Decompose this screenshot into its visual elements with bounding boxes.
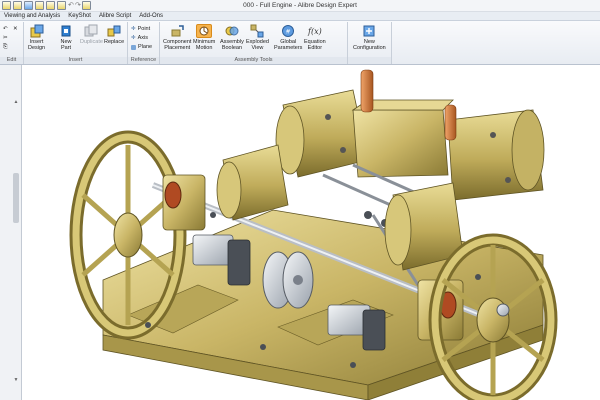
- configuration-group-label: [348, 57, 391, 64]
- assembly-boolean-icon: [224, 24, 240, 38]
- component-placement-button[interactable]: Component Placement: [163, 24, 191, 51]
- engine-model[interactable]: [23, 65, 600, 400]
- cut-icon[interactable]: ✂: [3, 35, 8, 41]
- plane-icon: [131, 44, 136, 50]
- menu-add-ons[interactable]: Add-Ons: [139, 13, 163, 19]
- replace-icon: [106, 24, 122, 38]
- exploded-view-button[interactable]: Exploded View: [246, 24, 269, 51]
- undo-small-icon[interactable]: ↶: [3, 26, 8, 32]
- insert-group: Insert Design New Part Duplicate Replace…: [24, 22, 128, 64]
- replace-button[interactable]: Replace: [104, 24, 124, 45]
- assembly-boolean-button[interactable]: Assembly Boolean: [220, 24, 244, 51]
- point-button[interactable]: ✛ Point: [131, 26, 150, 32]
- reference-group-label: Reference: [128, 57, 159, 64]
- exploded-view-icon: [249, 24, 265, 38]
- duplicate-button[interactable]: Duplicate: [80, 24, 103, 45]
- edit-group-label: Edit: [0, 57, 23, 64]
- scrollbar-thumb[interactable]: [13, 173, 19, 223]
- axis-icon: ✛: [131, 35, 136, 41]
- flywheel-left[interactable]: [69, 130, 187, 340]
- bearing-block-left[interactable]: [162, 174, 206, 231]
- axis-button[interactable]: ✛ Axis: [131, 35, 148, 41]
- cylinder-block-right[interactable]: [447, 109, 545, 201]
- minimum-motion-button[interactable]: Minimum Motion: [193, 24, 215, 51]
- new-configuration-button[interactable]: New Configuration: [353, 24, 386, 51]
- reference-group: ✛ Point ✛ Axis Plane Reference: [128, 22, 160, 64]
- equation-editor-button[interactable]: f(x) Equation Editor: [304, 24, 326, 52]
- menu-bar: Viewing and Analysis KeyShot Alibre Scri…: [0, 12, 600, 21]
- configuration-group: New Configuration: [348, 22, 392, 64]
- svg-text:#: #: [286, 29, 291, 36]
- insert-design-button[interactable]: Insert Design: [28, 24, 45, 51]
- insert-group-label: Insert: [24, 57, 127, 64]
- menu-viewing-analysis[interactable]: Viewing and Analysis: [4, 13, 60, 19]
- assembly-tools-group-label: Assembly Tools: [160, 57, 347, 64]
- minimum-motion-icon: [196, 24, 213, 38]
- new-configuration-icon: [361, 24, 377, 38]
- plane-button[interactable]: Plane: [131, 44, 152, 50]
- duplicate-icon: [83, 24, 99, 38]
- new-part-button[interactable]: New Part: [58, 24, 74, 51]
- copy-icon[interactable]: ⎘: [3, 44, 7, 51]
- assembly-tools-group: Component Placement Minimum Motion Assem…: [160, 22, 348, 64]
- menu-alibre-script[interactable]: Alibre Script: [99, 13, 131, 19]
- equation-editor-icon: f(x): [308, 26, 322, 36]
- scroll-up-icon[interactable]: ▲: [13, 99, 19, 105]
- cylinder-front-left[interactable]: [216, 144, 289, 221]
- window-title: 000 - Full Engine - Alibre Design Expert: [243, 2, 357, 9]
- edit-group: ↶ ✂ ⎘ ✕ Edit: [0, 22, 24, 64]
- new-part-icon: [58, 24, 74, 38]
- point-icon: ✛: [131, 26, 136, 32]
- delete-icon[interactable]: ✕: [13, 26, 18, 32]
- ribbon: ↶ ✂ ⎘ ✕ Edit Insert Design New Part Dupl…: [0, 21, 600, 65]
- global-parameters-icon: #: [280, 24, 296, 38]
- eccentric-discs[interactable]: [262, 251, 314, 309]
- menu-keyshot[interactable]: KeyShot: [68, 13, 91, 19]
- scroll-down-icon[interactable]: ▼: [13, 377, 19, 383]
- title-bar: ↶ ↷ 000 - Full Engine - Alibre Design Ex…: [0, 0, 600, 12]
- 3d-viewport[interactable]: [23, 65, 600, 400]
- global-parameters-button[interactable]: # Global Parameters: [274, 24, 302, 51]
- insert-design-icon: [29, 24, 45, 38]
- design-explorer-strip: ▲ ▼: [0, 65, 22, 400]
- component-placement-icon: [169, 24, 185, 38]
